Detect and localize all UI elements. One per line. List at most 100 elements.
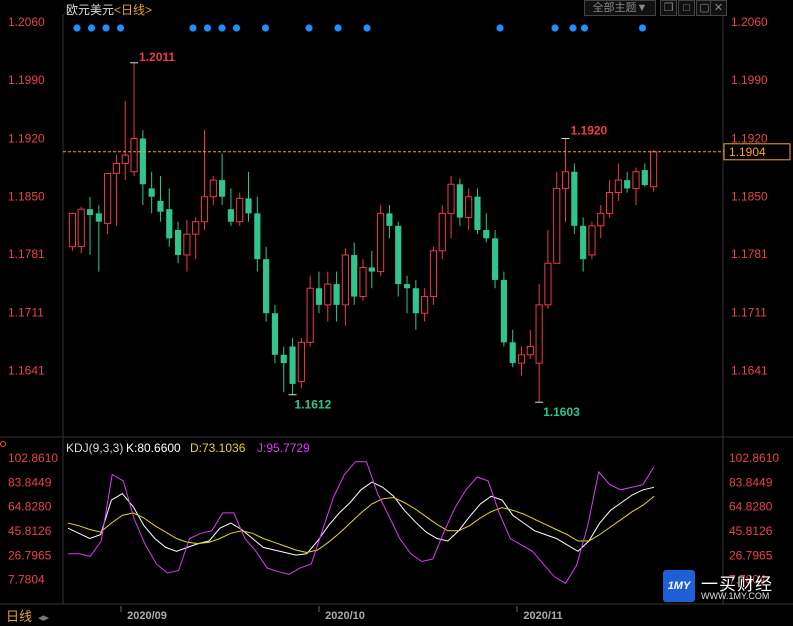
price-annotations: 1.2011 1.1920 1.1612 1.1603 (130, 50, 608, 419)
candle-body-up (104, 172, 112, 224)
candle-body-up (632, 171, 640, 189)
annotation-high-right: 1.1920 (571, 123, 608, 137)
kdj-settings-dot (0, 441, 6, 447)
marker-dot (551, 24, 559, 32)
candle-body-down (474, 196, 481, 230)
bottom-period-label: 日线 (6, 609, 32, 624)
candle-body-up (535, 304, 543, 364)
candlestick-series (68, 62, 658, 403)
candle-body-up (297, 341, 305, 382)
marker-dot (261, 24, 270, 32)
kdj-tick-right: 45.8126 (729, 524, 773, 538)
candle-body-down (148, 188, 155, 197)
candle-body-up (324, 283, 332, 306)
logo-url: WWW.1MY.COM (701, 591, 770, 601)
candle-body-up (377, 212, 385, 273)
kdj-k-readout: K:80.6600 (126, 441, 181, 455)
chart-canvas: 1.2011 1.1920 1.1612 1.1603 1.2060 1.2060 1.1… (0, 14, 793, 624)
date-tick: 2020/11 (523, 610, 562, 622)
kdj-tick-left: 83.8449 (8, 475, 52, 489)
candle-body-down (395, 225, 402, 285)
marker-dots (73, 24, 647, 32)
candle-body-up (236, 197, 244, 223)
marker-dot (102, 24, 110, 32)
marker-dot (218, 24, 226, 32)
brand-logo: 1MY 一买财经 WWW.1MY.COM (663, 570, 783, 604)
annotation-high: 1.2011 (139, 50, 175, 64)
candle-body-up (517, 354, 526, 364)
kdj-j-readout: J:95.7729 (257, 441, 310, 455)
kdj-tick-right: 83.8449 (729, 475, 773, 489)
candle-body-up (544, 262, 552, 306)
candle-body-up (200, 196, 209, 223)
candle-body-up (341, 254, 349, 306)
candle-body-down (166, 209, 173, 239)
candle-body-down (500, 279, 507, 343)
candle-body-up (306, 287, 314, 343)
candle-body-down (509, 342, 516, 364)
maximize-icon[interactable]: □ (678, 0, 695, 16)
candle-body-down (483, 230, 490, 239)
marker-dot (189, 24, 197, 32)
candle-body-down (174, 230, 182, 255)
candle-body-down (580, 225, 587, 260)
candle-body-up (526, 345, 534, 356)
candle-body-up (447, 183, 455, 214)
candle-body-down (386, 213, 393, 226)
kdj-line-j (68, 461, 655, 584)
restore-icon[interactable]: ❐ (660, 0, 677, 16)
price-tick-left: 1.2060 (8, 15, 45, 29)
candle-body-up (614, 179, 622, 194)
price-axis: 1.2060 1.2060 1.1990 1.1990 1.1920 1.1920 1.18… (8, 15, 791, 378)
candle-body-up (183, 233, 191, 256)
candle-body-down (245, 198, 252, 214)
kdj-tick-right: 26.7965 (729, 548, 773, 562)
kdj-tick-left: 26.7965 (8, 548, 52, 562)
price-tick-right: 1.1641 (731, 364, 768, 378)
candle-body-up (192, 221, 200, 235)
candle-body-down (315, 288, 323, 305)
kdj-tick-left: 7.7804 (8, 573, 45, 587)
kdj-panel: 102.8610 102.8610 83.8449 83.8449 64.8280 64.… (0, 441, 779, 587)
candle-body-down (86, 209, 94, 216)
marker-dot (232, 24, 241, 32)
marker-dot (334, 24, 342, 32)
marker-dot (203, 24, 212, 32)
candle-body-down (95, 213, 102, 222)
price-tick-right: 1.1711 (731, 305, 767, 319)
candle-body-down (641, 170, 648, 186)
price-tick-right: 1.1990 (731, 73, 768, 87)
annotation-low: 1.1612 (295, 398, 332, 412)
annotation-low-right: 1.1603 (543, 405, 580, 419)
date-tick: 2020/10 (325, 610, 365, 622)
close-icon[interactable]: ✕ (710, 0, 727, 16)
candle-body-down (571, 171, 578, 226)
candle-body-up (597, 212, 605, 227)
candle-body-up (588, 225, 596, 256)
last-price-label: 1.1904 (729, 145, 766, 159)
candle-body-up (429, 250, 438, 298)
marker-dot (580, 24, 589, 32)
kdj-d-readout: D:73.1036 (190, 441, 246, 455)
marker-dot (116, 24, 125, 32)
candle-body-down (624, 180, 631, 189)
price-tick-left: 1.1781 (8, 247, 45, 261)
candle-body-down (368, 267, 375, 272)
candle-body-down (492, 238, 499, 280)
kdj-tick-left: 64.8280 (8, 500, 52, 514)
kdj-tick-left: 102.8610 (8, 451, 58, 465)
candle-body-down (412, 288, 419, 314)
theme-dropdown-button[interactable]: 全部主题▼ (584, 0, 656, 16)
price-tick-right: 1.1781 (731, 247, 768, 261)
kdj-tick-right: 64.8280 (729, 500, 773, 514)
candle-body-down (271, 313, 279, 355)
bottom-scroll-arrows: ◂▸ (38, 612, 50, 624)
candle-body-down (139, 138, 146, 185)
marker-dot (638, 24, 647, 32)
candle-body-up (77, 208, 85, 248)
period-tag[interactable]: <日线> (114, 1, 152, 18)
kdj-tick-right: 102.8610 (729, 451, 779, 465)
candle-body-up (359, 266, 367, 298)
marker-dot (569, 24, 577, 32)
candle-body-down (403, 284, 411, 289)
